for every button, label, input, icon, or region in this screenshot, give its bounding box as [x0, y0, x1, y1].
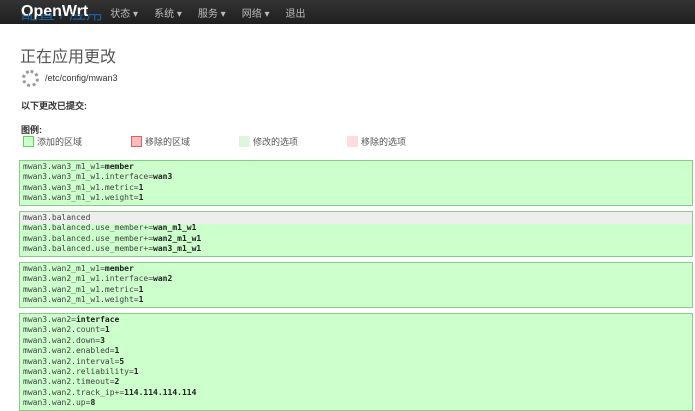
change-line: mwan3.wan2.enabled=1 — [23, 346, 689, 356]
nav-services[interactable]: 服务 ▾ — [198, 5, 226, 20]
option-key: mwan3.wan2.timeout= — [23, 377, 115, 387]
option-value: 5 — [119, 356, 125, 366]
option-value: wan3_m1_w1 — [153, 244, 202, 254]
change-block: mwan3.wan3_m1_w1=member mwan3.wan3_m1_w1.… — [19, 160, 693, 206]
option-key: mwan3.wan3_m1_w1= — [23, 162, 105, 171]
option-key: mwan3.wan2.down= — [23, 335, 101, 345]
legend-swatch — [347, 136, 358, 147]
nav-logout[interactable]: 退出 — [286, 5, 306, 20]
legend-item: 修改的选项 — [239, 135, 298, 148]
option-value: member — [104, 264, 134, 273]
option-value: 1 — [138, 284, 144, 294]
legend-item-label: 添加的区域 — [37, 137, 83, 147]
legend-swatch — [23, 136, 34, 147]
change-line: mwan3.wan3_m1_w1=member — [23, 162, 689, 172]
breadcrumb: 配置 / 应用 — [21, 14, 103, 24]
legend-swatch — [239, 136, 250, 147]
change-line: mwan3.wan2.up=8 — [23, 398, 689, 408]
option-key: mwan3.wan2.up= — [23, 398, 91, 408]
submitted-label: 以下更改已提交: — [21, 101, 87, 111]
legend-item-label: 移除的选项 — [361, 137, 407, 147]
change-line: mwan3.wan3_m1_w1.metric=1 — [23, 183, 689, 193]
change-line: mwan3.wan2_m1_w1.metric=1 — [23, 285, 689, 295]
change-line: mwan3.wan2=interface — [23, 315, 689, 325]
option-key: mwan3.wan2.reliability= — [23, 367, 134, 377]
option-key: mwan3.wan2.enabled= — [23, 346, 115, 356]
option-key: mwan3.wan2.interval= — [23, 356, 120, 366]
option-key: mwan3.wan3_m1_w1.metric= — [23, 182, 139, 192]
legend-item-label: 修改的选项 — [253, 137, 299, 147]
change-line: mwan3.balanced.use_member+=wan2_m1_w1 — [23, 234, 689, 244]
option-key: mwan3.wan3_m1_w1.weight= — [23, 193, 139, 203]
top-navbar: OpenWrt 状态 ▾ 系统 ▾ 服务 ▾ 网络 ▾ 退出 — [0, 0, 695, 24]
option-value: member — [104, 162, 134, 171]
change-block: mwan3.balanced mwan3.balanced.use_member+… — [19, 211, 693, 257]
option-value: wan2_m1_w1 — [153, 233, 202, 243]
config-path: /etc/config/mwan3 — [45, 73, 118, 83]
option-value: 1 — [133, 367, 139, 377]
option-key: mwan3.balanced.use_member+= — [23, 244, 154, 254]
change-line: mwan3.wan3_m1_w1.weight=1 — [23, 193, 689, 203]
option-value: 1 — [114, 346, 120, 356]
option-key: mwan3.wan2.count= — [23, 325, 105, 335]
option-value: 2 — [114, 377, 120, 387]
change-line: mwan3.wan2.timeout=2 — [23, 377, 689, 387]
change-line: mwan3.wan2.reliability=1 — [23, 367, 689, 377]
option-key: mwan3.balanced.use_member+= — [23, 233, 154, 243]
option-key: mwan3.wan2= — [23, 315, 76, 324]
legend-item-label: 移除的区域 — [145, 137, 191, 147]
legend-item: 移除的选项 — [347, 135, 406, 148]
option-value: wan2 — [153, 274, 173, 284]
option-value: wan_m1_w1 — [153, 223, 197, 233]
nav-system[interactable]: 系统 ▾ — [154, 5, 182, 20]
change-block: mwan3.wan2_m1_w1=member mwan3.wan2_m1_w1.… — [19, 262, 693, 308]
change-line: mwan3.wan2_m1_w1=member — [23, 264, 689, 274]
change-block: mwan3.wan2=interface mwan3.wan2.count=1 mw… — [19, 313, 693, 411]
legend-item: 添加的区域 — [23, 135, 82, 148]
page-title: 正在应用更改 — [20, 49, 117, 66]
option-value: 8 — [90, 398, 96, 408]
option-key: mwan3.wan2_m1_w1= — [23, 264, 105, 273]
change-line: mwan3.wan2.down=3 — [23, 336, 689, 346]
option-value: 114.114.114.114 — [124, 387, 197, 397]
option-key: mwan3.balanced.use_member+= — [23, 223, 154, 233]
option-value: 1 — [138, 182, 144, 192]
option-value: interface — [75, 315, 120, 324]
option-key: mwan3.wan2.track_ip+= — [23, 387, 125, 397]
option-value: 1 — [138, 193, 144, 203]
option-key: mwan3.wan2_m1_w1.metric= — [23, 284, 139, 294]
legend-swatch — [131, 136, 142, 147]
change-line: mwan3.balanced.use_member+=wan3_m1_w1 — [23, 244, 689, 254]
change-line: mwan3.wan3_m1_w1.interface=wan3 — [23, 172, 689, 182]
option-value: 1 — [138, 295, 144, 305]
option-value: wan3 — [153, 172, 173, 182]
loading-spinner-icon — [22, 70, 39, 87]
change-line: mwan3.wan2.track_ip+=114.114.114.114 — [23, 388, 689, 398]
change-line: mwan3.wan2.interval=5 — [23, 357, 689, 367]
option-value: 1 — [104, 325, 110, 335]
option-key: mwan3.wan2_m1_w1.weight= — [23, 295, 139, 305]
option-key: mwan3.balanced — [23, 213, 91, 222]
change-line: mwan3.wan2_m1_w1.weight=1 — [23, 295, 689, 305]
change-line: mwan3.balanced.use_member+=wan_m1_w1 — [23, 223, 689, 233]
option-key: mwan3.wan3_m1_w1.interface= — [23, 172, 154, 182]
option-key: mwan3.wan2_m1_w1.interface= — [23, 274, 154, 284]
nav-network[interactable]: 网络 ▾ — [242, 5, 270, 20]
change-line: mwan3.wan2_m1_w1.interface=wan2 — [23, 274, 689, 284]
change-line: mwan3.wan2.count=1 — [23, 325, 689, 335]
option-value: 3 — [100, 335, 105, 345]
legend-item: 移除的区域 — [131, 135, 190, 148]
nav-status[interactable]: 状态 ▾ — [110, 5, 138, 20]
